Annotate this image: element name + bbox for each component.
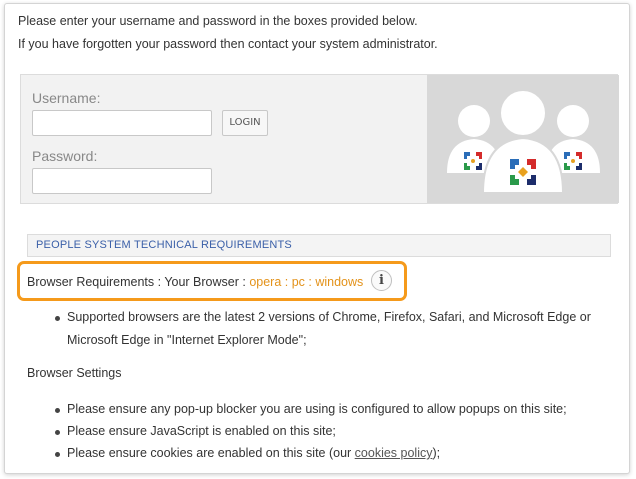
browser-value: opera : pc : windows <box>249 275 364 289</box>
bullet-dot <box>55 430 60 435</box>
bullet-dot <box>55 408 60 413</box>
cookies-prefix: Please ensure cookies are enabled on thi… <box>67 446 355 460</box>
supported-browsers-line-2: Microsoft Edge in "Internet Explorer Mod… <box>67 333 307 347</box>
cookies-suffix: ); <box>432 446 441 460</box>
username-input[interactable] <box>32 110 212 136</box>
browser-requirements: Browser Requirements : Your Browser : op… <box>27 275 363 289</box>
cookies-policy-link[interactable]: cookies policy <box>355 446 433 460</box>
bullet-dot <box>55 316 60 321</box>
login-panel: Username: LOGIN Password: <box>20 74 619 204</box>
username-label: Username: <box>32 90 101 106</box>
page-frame: Please enter your username and password … <box>4 3 630 474</box>
people-icon <box>447 89 600 194</box>
browser-requirements-label: Browser Requirements : Your Browser : <box>27 275 250 289</box>
password-input[interactable] <box>32 168 212 194</box>
popup-setting: Please ensure any pop-up blocker you are… <box>67 402 567 416</box>
requirements-header: PEOPLE SYSTEM TECHNICAL REQUIREMENTS <box>27 234 611 257</box>
browser-settings-title: Browser Settings <box>27 366 122 380</box>
cookies-setting: Please ensure cookies are enabled on thi… <box>67 446 440 460</box>
supported-browsers-line-1: Supported browsers are the latest 2 vers… <box>67 310 591 324</box>
people-illustration <box>427 75 619 203</box>
password-label: Password: <box>32 148 98 164</box>
bullet-dot <box>55 452 60 457</box>
javascript-setting: Please ensure JavaScript is enabled on t… <box>67 424 336 438</box>
intro-line-1: Please enter your username and password … <box>18 14 418 28</box>
intro-line-2: If you have forgotten your password then… <box>18 37 438 51</box>
info-icon[interactable]: i <box>371 270 392 291</box>
login-button[interactable]: LOGIN <box>222 110 268 136</box>
